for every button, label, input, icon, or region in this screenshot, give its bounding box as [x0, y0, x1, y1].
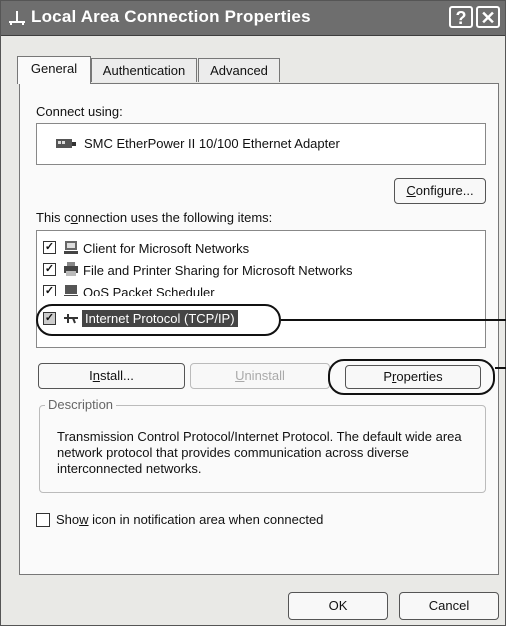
tcp-ip-callout [36, 304, 281, 336]
list-item[interactable]: ✓ Client for Microsoft Networks [37, 238, 477, 260]
tab-authentication[interactable]: Authentication [91, 58, 197, 82]
description-text: Transmission Control Protocol/Internet P… [57, 429, 462, 476]
title-bar[interactable]: Local Area Connection Properties ? ✕ [1, 1, 505, 36]
configure-accelerator: C [406, 183, 416, 198]
show-icon-option[interactable]: Show icon in notification area when conn… [36, 511, 396, 529]
show-icon-accelerator: w [79, 512, 89, 527]
install-accelerator: n [92, 368, 100, 383]
components-accelerator: o [70, 210, 78, 225]
tab-advanced[interactable]: Advanced [198, 58, 280, 82]
adapter-name: SMC EtherPower II 10/100 Ethernet Adapte… [84, 136, 340, 151]
window-title: Local Area Connection Properties [31, 7, 311, 26]
ok-button[interactable]: OK [288, 592, 388, 620]
configure-button[interactable]: Configure... [394, 178, 486, 204]
network-client-icon [64, 241, 78, 254]
uninstall-label-after: ninstall [244, 368, 285, 383]
printer-sharing-icon [64, 262, 78, 276]
show-icon-label-before: Sho [56, 512, 80, 527]
help-button[interactable]: ? [449, 6, 473, 28]
qos-scheduler-icon [64, 285, 78, 296]
show-icon-label-after: icon in notification area when connected [88, 512, 324, 527]
show-icon-label: Show icon in notification area when conn… [56, 512, 323, 527]
properties-callout [328, 359, 495, 395]
item-label: File and Printer Sharing for Microsoft N… [83, 263, 353, 278]
item-label: Client for Microsoft Networks [83, 241, 250, 256]
uninstall-button[interactable]: Uninstall [190, 363, 330, 389]
tcp-ip-callout-line [281, 319, 506, 321]
list-item[interactable]: ✓ File and Printer Sharing for Microsoft… [37, 260, 477, 282]
network-adapter-icon [56, 139, 76, 148]
configure-label-after: onfigure... [415, 183, 474, 198]
components-label: This connection uses the following items… [36, 210, 272, 225]
properties-dialog: Local Area Connection Properties ? ✕ Gen… [0, 0, 506, 626]
adapter-field: SMC EtherPower II 10/100 Ethernet Adapte… [36, 123, 486, 165]
close-button[interactable]: ✕ [476, 6, 500, 28]
properties-callout-line [495, 367, 506, 369]
list-item[interactable]: ✓ QoS Packet Scheduler [37, 282, 477, 296]
description-legend: Description [45, 397, 117, 412]
item-checkbox[interactable]: ✓ [43, 263, 56, 276]
item-checkbox[interactable]: ✓ [43, 285, 56, 296]
show-icon-checkbox[interactable] [36, 513, 50, 527]
cancel-button[interactable]: Cancel [399, 592, 499, 620]
item-label: QoS Packet Scheduler [83, 285, 215, 296]
install-button[interactable]: Install... [38, 363, 185, 389]
install-label-after: stall... [99, 368, 134, 383]
item-checkbox[interactable]: ✓ [43, 241, 56, 254]
network-connection-icon [9, 11, 25, 25]
tab-general[interactable]: General [17, 56, 91, 84]
connect-using-label: Connect using: [36, 104, 123, 119]
components-label-after: nnection uses the following items: [77, 210, 273, 225]
components-label-before: This c [36, 210, 71, 225]
